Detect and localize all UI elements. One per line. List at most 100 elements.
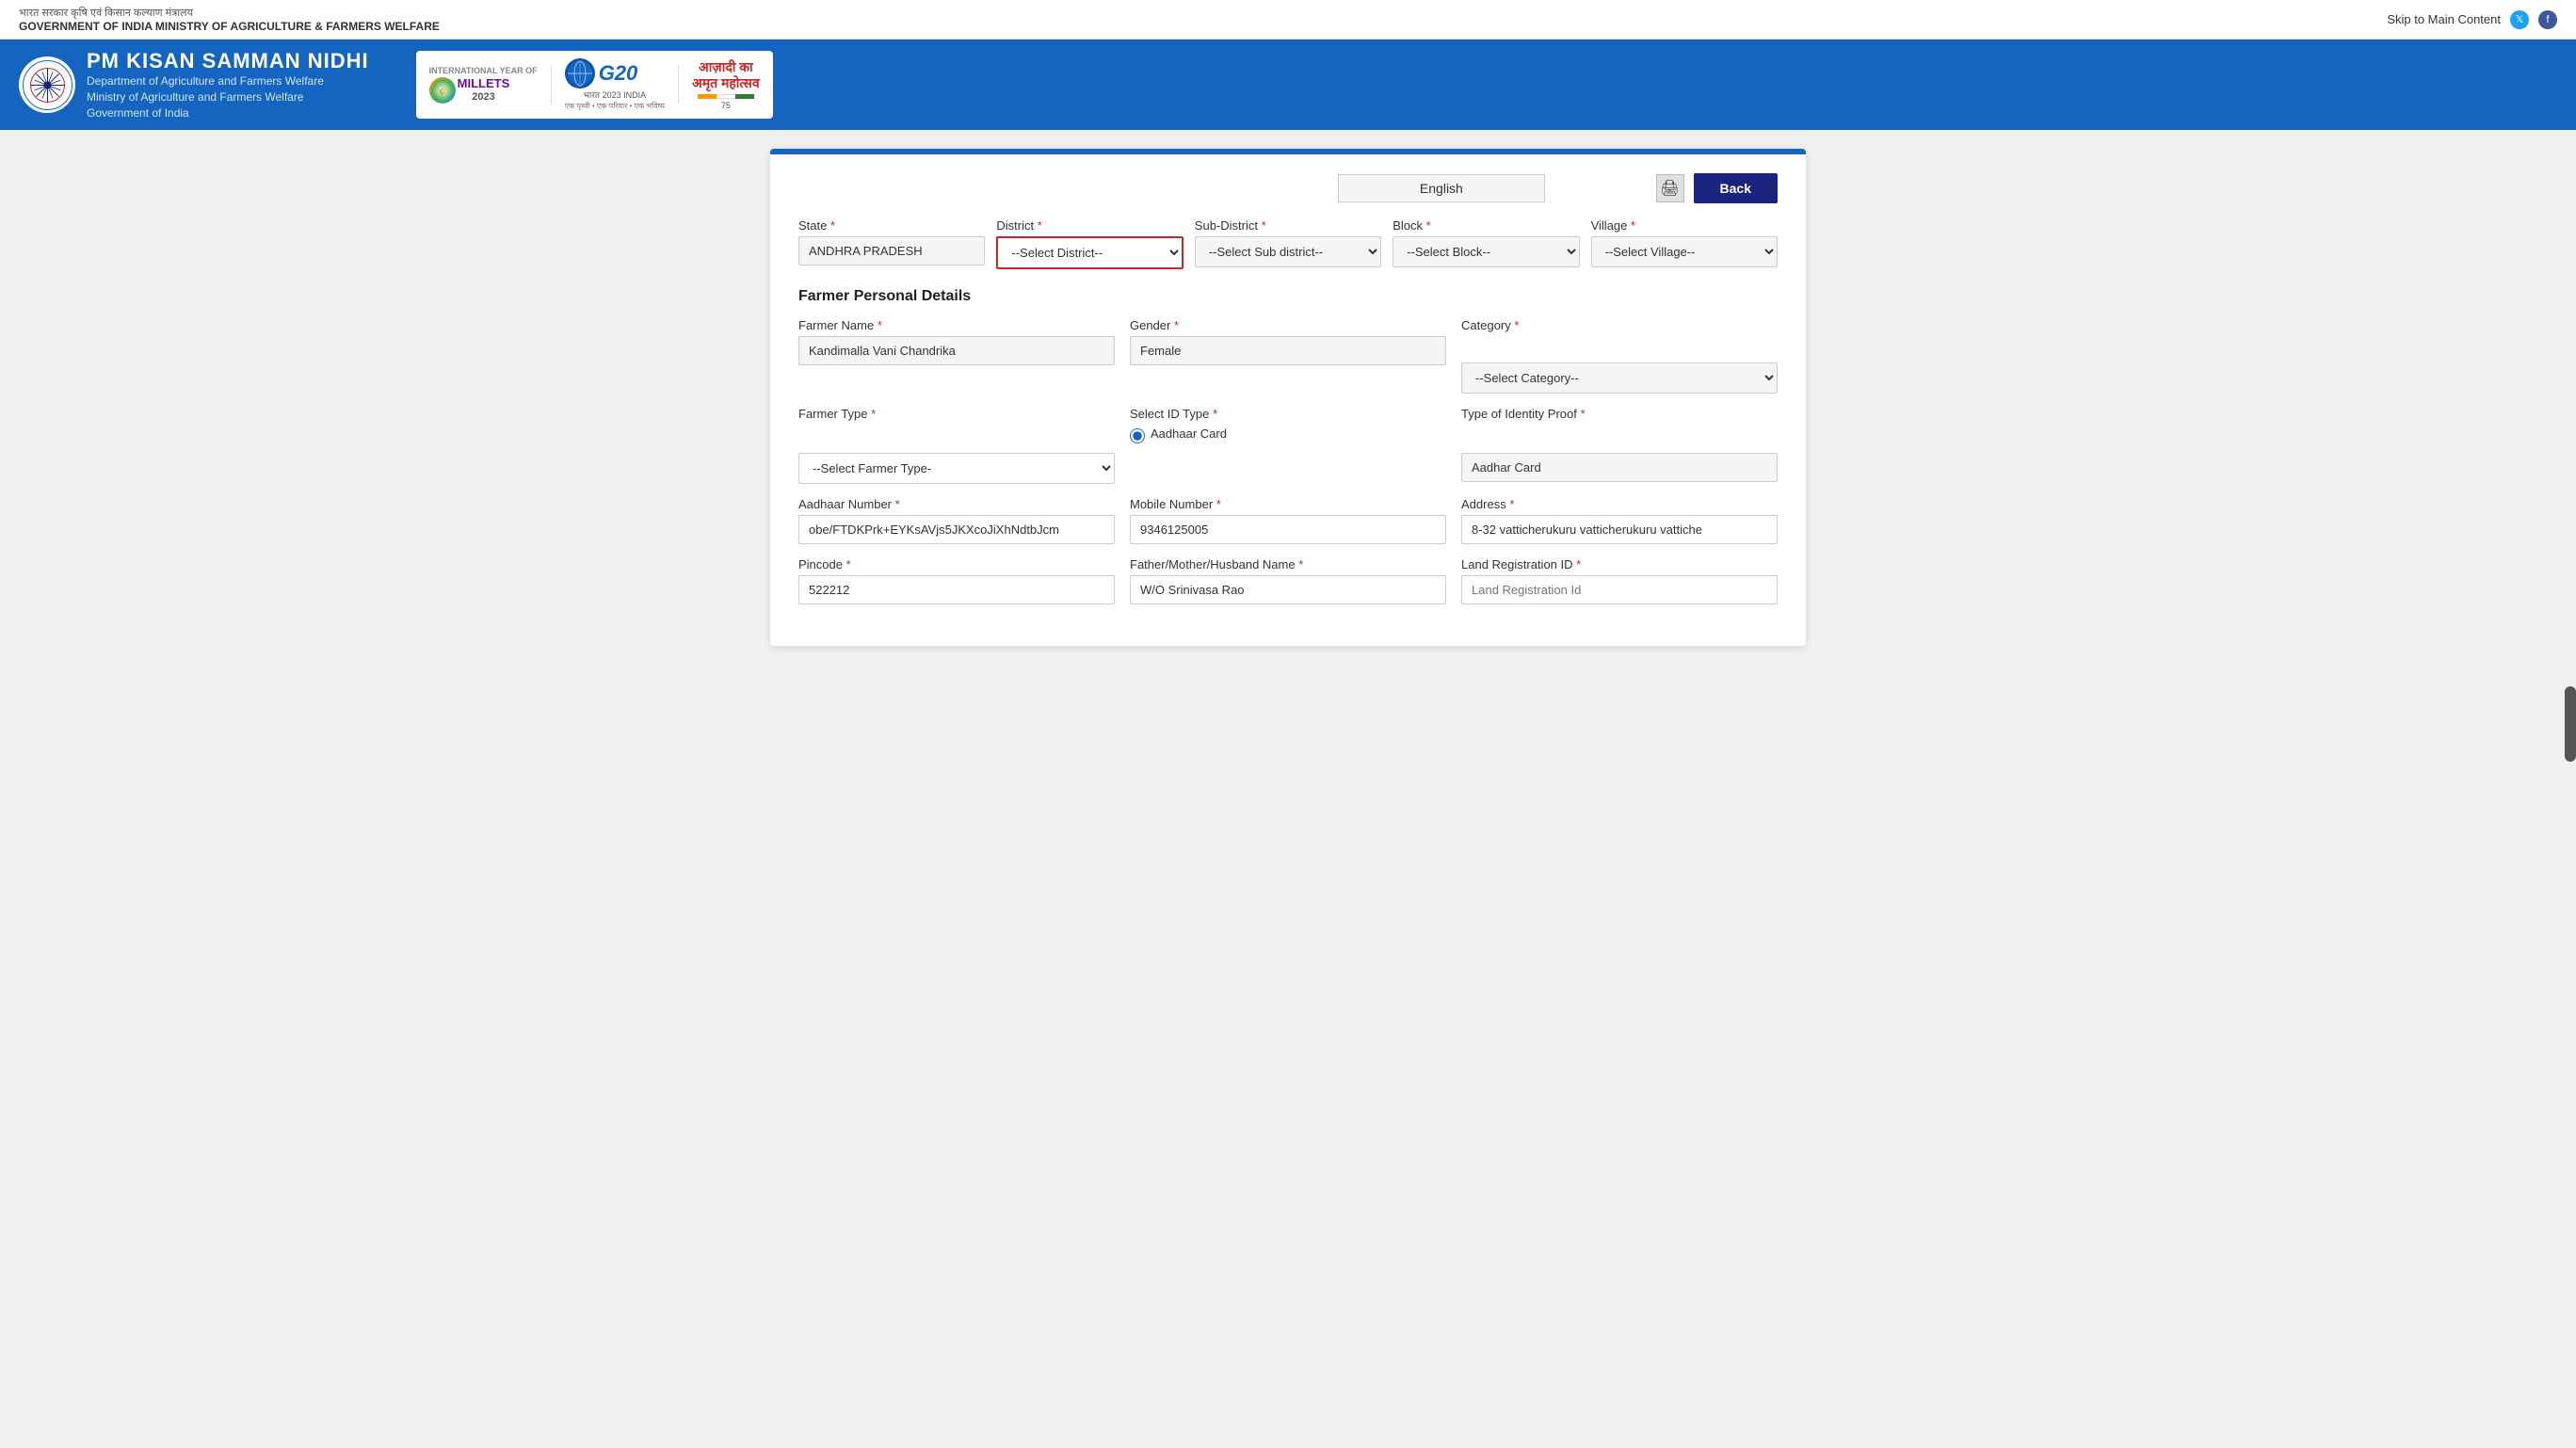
gender-label: Gender * [1130, 318, 1446, 332]
azadi-logo: आज़ादी का अमृत महोत्सव 75 [692, 59, 760, 110]
divider-1 [551, 66, 552, 104]
millets-label: INTERNATIONAL YEAR OF [429, 66, 538, 76]
twitter-icon[interactable]: 𝕏 [2510, 10, 2529, 29]
mobile-input[interactable] [1130, 515, 1446, 544]
site-header: PM KISAN SAMMAN NIDHI Department of Agri… [0, 40, 2576, 130]
district-field: District * --Select District-- [996, 218, 1183, 269]
pincode-required: * [846, 557, 851, 571]
form-header-row: English 🖨 Back [798, 173, 1778, 203]
state-field: State * ANDHRA PRADESH [798, 218, 985, 269]
block-field: Block * --Select Block-- [1393, 218, 1579, 269]
tricolor-orange [698, 94, 716, 99]
land-reg-input[interactable] [1461, 575, 1778, 604]
district-select[interactable]: --Select District-- [996, 236, 1183, 269]
farmer-name-field: Farmer Name * [798, 318, 1115, 394]
identity-proof-input[interactable] [1461, 453, 1778, 482]
address-required: * [1509, 497, 1514, 511]
language-wrapper[interactable]: English [1227, 174, 1655, 202]
subdistrict-select[interactable]: --Select Sub district-- [1195, 236, 1381, 267]
azadi-sub: 75 [692, 101, 760, 110]
block-required: * [1426, 218, 1431, 233]
state-value[interactable]: ANDHRA PRADESH [798, 236, 985, 265]
aadhaar-label: Aadhaar Number * [798, 497, 1115, 511]
personal-row-2: Farmer Type * --Select Farmer Type- Sele… [798, 407, 1778, 484]
id-type-label: Select ID Type * [1130, 407, 1446, 421]
farmer-type-select[interactable]: --Select Farmer Type- [798, 453, 1115, 484]
personal-row-1: Farmer Name * Gender * Category * [798, 318, 1778, 394]
g20-label: G20 [599, 63, 638, 84]
gender-field: Gender * [1130, 318, 1446, 394]
header-logo: PM KISAN SAMMAN NIDHI Department of Agri… [19, 49, 369, 121]
state-label: State * [798, 218, 985, 233]
block-label: Block * [1393, 218, 1579, 233]
azadi-line1: आज़ादी का [692, 59, 760, 75]
scrollbar[interactable] [2565, 686, 2576, 762]
site-subtitle-2: Ministry of Agriculture and Farmers Welf… [87, 89, 369, 105]
address-label: Address * [1461, 497, 1778, 511]
father-name-field: Father/Mother/Husband Name * [1130, 557, 1446, 604]
aadhaar-input[interactable] [798, 515, 1115, 544]
hindi-text: भारत सरकार कृषि एवं किसान कल्याण मंत्राल… [19, 6, 440, 20]
aadhaar-required: * [895, 497, 900, 511]
mobile-required: * [1216, 497, 1221, 511]
category-field: Category * --Select Category-- [1461, 318, 1778, 394]
district-required: * [1038, 218, 1042, 233]
tricolor-white [716, 94, 735, 99]
father-name-label: Father/Mother/Husband Name * [1130, 557, 1446, 571]
english-text: GOVERNMENT OF INDIA MINISTRY OF AGRICULT… [19, 20, 440, 33]
millets-emblem: 🌾 [429, 77, 456, 104]
id-type-field: Select ID Type * Aadhaar Card [1130, 407, 1446, 484]
farmer-name-required: * [877, 318, 882, 332]
top-nav: भारत सरकार कृषि एवं किसान कल्याण मंत्राल… [0, 0, 2576, 40]
id-type-required: * [1213, 407, 1217, 421]
skip-main-link[interactable]: Skip to Main Content [2387, 12, 2501, 26]
district-label: District * [996, 218, 1183, 233]
gender-required: * [1174, 318, 1179, 332]
gender-input[interactable] [1130, 336, 1446, 365]
category-select[interactable]: --Select Category-- [1461, 362, 1778, 394]
pincode-label: Pincode * [798, 557, 1115, 571]
g20-sub: भारत 2023 INDIA [565, 88, 665, 101]
back-button[interactable]: Back [1694, 173, 1778, 203]
address-field: Address * [1461, 497, 1778, 544]
farmer-type-required: * [871, 407, 876, 421]
id-type-radio-group: Aadhaar Card [1130, 426, 1446, 444]
main-content: English 🖨 Back State * ANDHRA PRADESH Di… [770, 149, 1806, 646]
aadhaar-radio[interactable] [1130, 428, 1145, 443]
millets-year-num: 2023 [458, 91, 510, 104]
header-text: PM KISAN SAMMAN NIDHI Department of Agri… [87, 49, 369, 121]
facebook-icon[interactable]: f [2538, 10, 2557, 29]
farmer-name-label: Farmer Name * [798, 318, 1115, 332]
print-icon[interactable]: 🖨 [1656, 174, 1684, 202]
mobile-field: Mobile Number * [1130, 497, 1446, 544]
pincode-input[interactable] [798, 575, 1115, 604]
village-select[interactable]: --Select Village-- [1591, 236, 1778, 267]
language-select[interactable]: English [1338, 174, 1545, 202]
identity-proof-required: * [1580, 407, 1585, 421]
site-title: PM KISAN SAMMAN NIDHI [87, 49, 369, 73]
section-title: Farmer Personal Details [798, 288, 1778, 305]
village-field: Village * --Select Village-- [1591, 218, 1778, 269]
block-select[interactable]: --Select Block-- [1393, 236, 1579, 267]
address-input[interactable] [1461, 515, 1778, 544]
location-row: State * ANDHRA PRADESH District * --Sele… [798, 218, 1778, 269]
personal-row-4: Pincode * Father/Mother/Husband Name * L… [798, 557, 1778, 604]
aadhaar-radio-label: Aadhaar Card [1151, 426, 1227, 441]
g20-globe-icon [565, 58, 595, 88]
farmer-name-input[interactable] [798, 336, 1115, 365]
father-name-input[interactable] [1130, 575, 1446, 604]
site-subtitle-3: Government of India [87, 105, 369, 121]
millets-year: MILLETS [458, 76, 510, 91]
father-name-required: * [1298, 557, 1303, 571]
pincode-field: Pincode * [798, 557, 1115, 604]
g20-logo: G20 भारत 2023 INDIA एक पृथ्वी • एक परिवा… [565, 58, 665, 111]
ashoka-emblem [19, 56, 75, 113]
village-label: Village * [1591, 218, 1778, 233]
farmer-type-label: Farmer Type * [798, 407, 1115, 421]
identity-proof-field: Type of Identity Proof * [1461, 407, 1778, 484]
personal-row-3: Aadhaar Number * Mobile Number * Address… [798, 497, 1778, 544]
category-label: Category * [1461, 318, 1778, 332]
subdistrict-label: Sub-District * [1195, 218, 1381, 233]
site-subtitle-1: Department of Agriculture and Farmers We… [87, 73, 369, 89]
farmer-type-field: Farmer Type * --Select Farmer Type- [798, 407, 1115, 484]
